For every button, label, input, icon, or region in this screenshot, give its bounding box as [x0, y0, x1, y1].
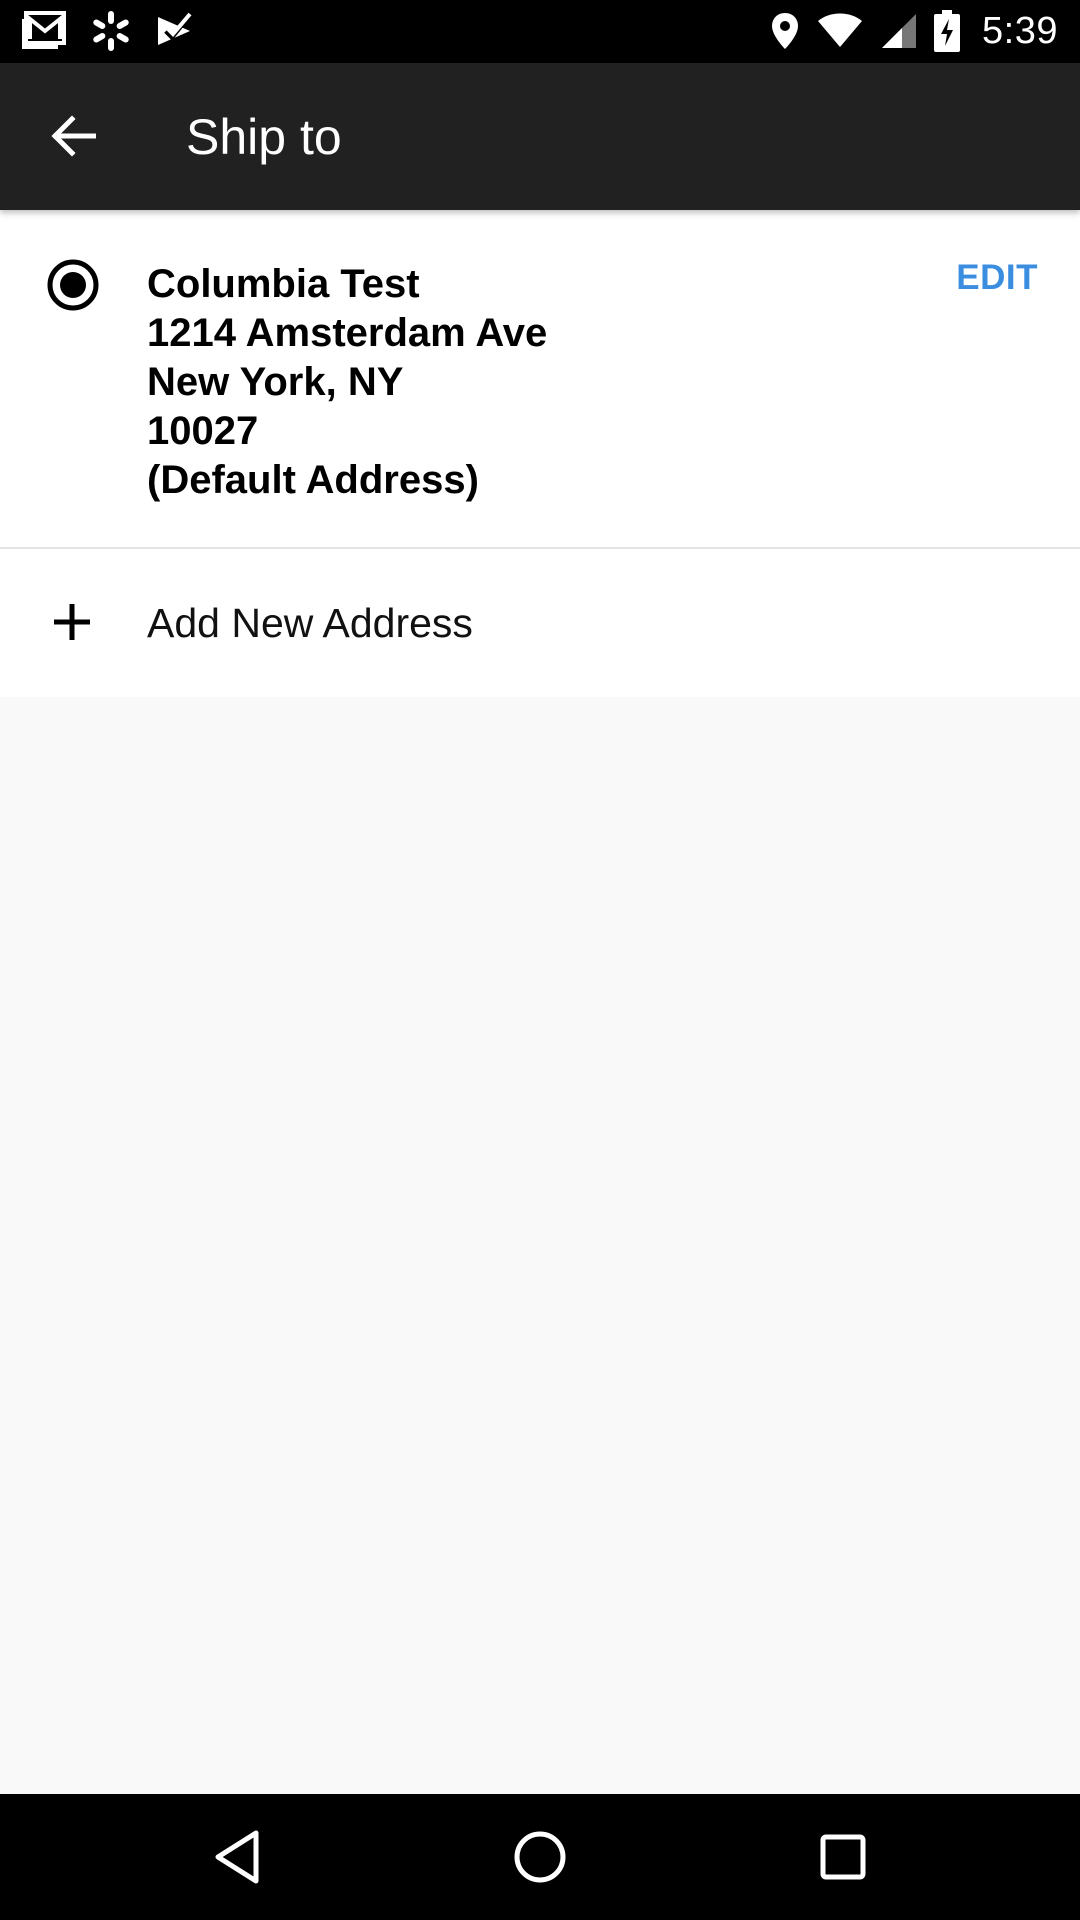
system-icons: 5:39	[770, 8, 1058, 54]
ship-to-screen: 5:39 Ship to Columbia Test 1214 Amsterda…	[0, 0, 1080, 1920]
notification-icons	[20, 8, 194, 54]
back-arrow-icon	[50, 114, 97, 162]
walmart-spark-icon	[90, 10, 132, 52]
status-bar: 5:39	[0, 0, 1080, 63]
nav-recents-button[interactable]	[808, 1822, 878, 1892]
app-bar: Ship to	[0, 63, 1080, 210]
add-new-address-button[interactable]: Add New Address	[0, 549, 1080, 697]
address-zip: 10027	[147, 409, 259, 453]
home-circle-icon	[514, 1831, 566, 1883]
address-details: Columbia Test 1214 Amsterdam Ave New Yor…	[147, 260, 547, 505]
gmail-icon	[20, 11, 68, 51]
radio-selected-icon	[47, 259, 99, 311]
recents-square-icon	[820, 1834, 866, 1880]
cell-signal-icon	[880, 12, 918, 50]
page-title: Ship to	[186, 109, 342, 165]
nav-home-button[interactable]	[505, 1822, 575, 1892]
address-card[interactable]: Columbia Test 1214 Amsterdam Ave New Yor…	[0, 210, 1080, 549]
nav-back-button[interactable]	[202, 1822, 272, 1892]
address-name: Columbia Test	[147, 262, 420, 306]
add-new-address-label: Add New Address	[147, 600, 473, 646]
edit-address-button[interactable]: EDIT	[956, 258, 1038, 298]
location-pin-icon	[770, 11, 800, 51]
address-default-label: (Default Address)	[147, 458, 479, 502]
back-triangle-icon	[215, 1830, 259, 1884]
address-radio-button[interactable]	[46, 258, 100, 312]
plus-icon	[52, 602, 92, 647]
address-city-state: New York, NY	[147, 360, 404, 404]
battery-charging-icon	[934, 10, 961, 52]
wifi-icon	[816, 13, 864, 49]
status-time: 5:39	[982, 9, 1058, 52]
checkmark-notification-icon	[154, 11, 194, 51]
back-button[interactable]	[38, 103, 108, 173]
address-street: 1214 Amsterdam Ave	[147, 311, 548, 355]
system-nav-bar	[0, 1794, 1080, 1920]
